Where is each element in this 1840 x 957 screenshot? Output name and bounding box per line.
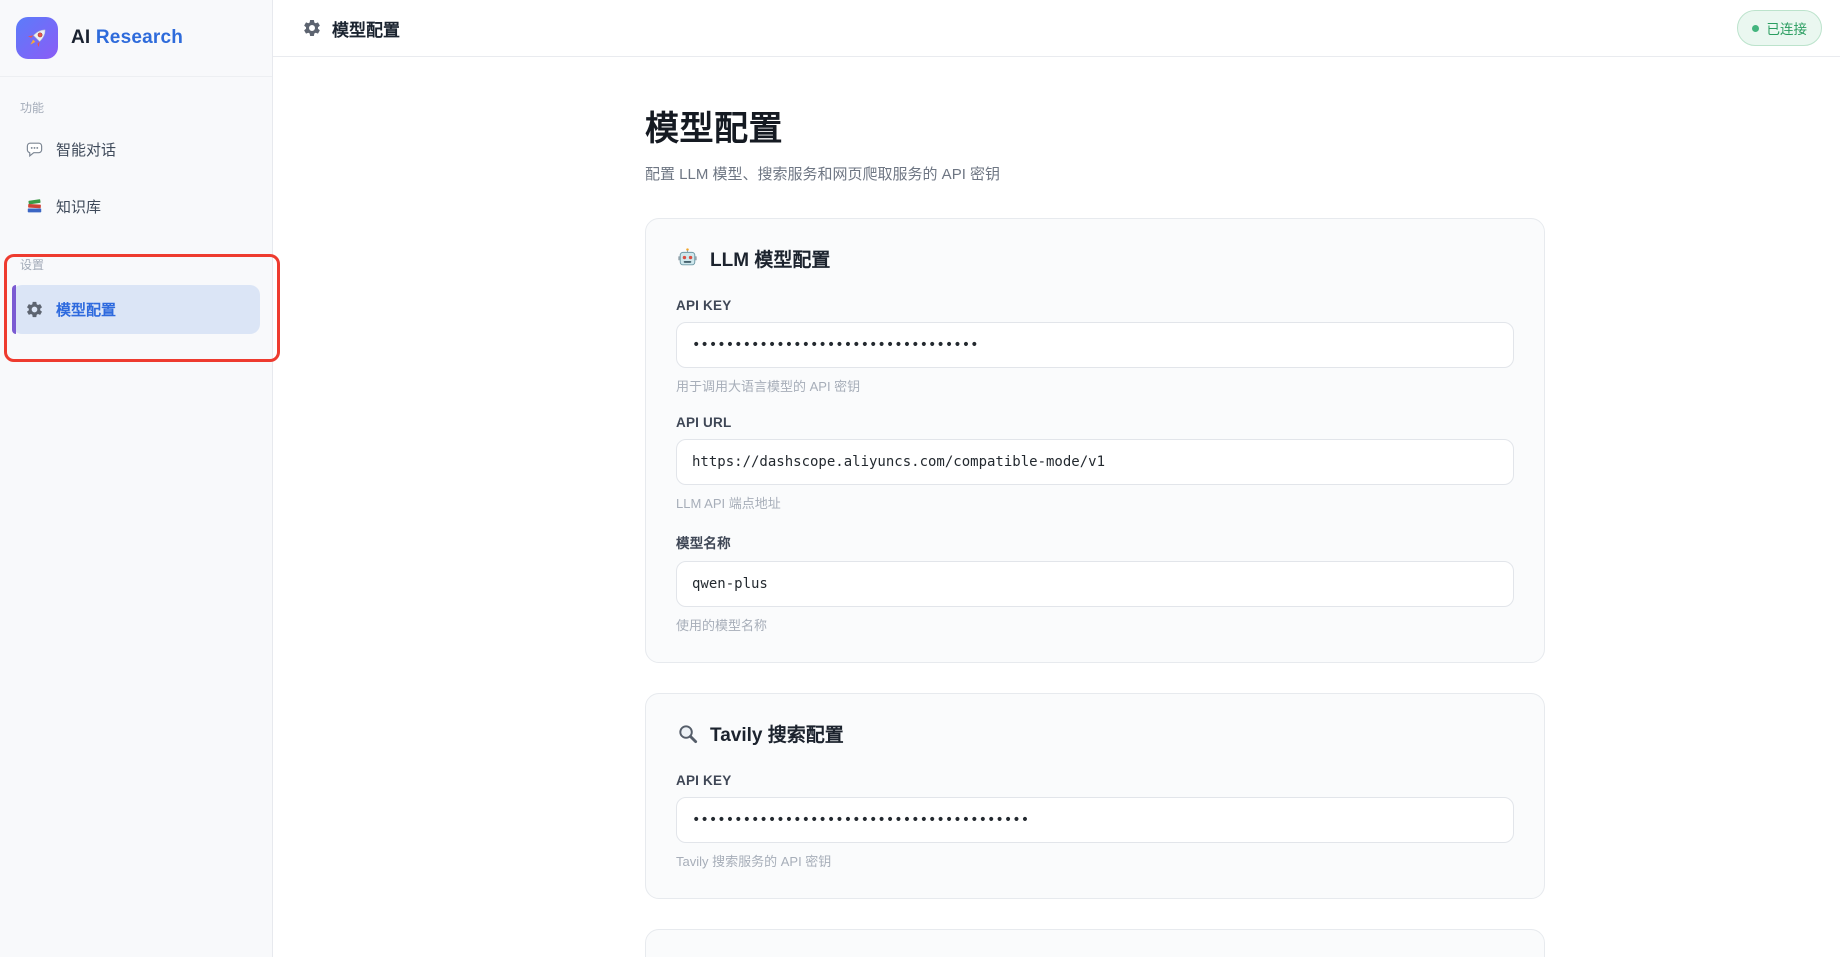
llm-api-key-input[interactable] — [676, 322, 1514, 368]
firecrawl-config-card: Firecrawl 爬取配置 — [645, 929, 1545, 957]
llm-model-name-label: 模型名称 — [676, 536, 731, 551]
active-indicator — [12, 285, 16, 334]
sidebar-section-features: 功能 智能对话 知识库 — [0, 77, 272, 228]
llm-card-title: LLM 模型配置 — [710, 250, 831, 271]
llm-api-key-field: API KEY 用于调用大语言模型的 API 密钥 — [676, 298, 1514, 395]
app-title: AI Research — [71, 27, 183, 49]
llm-api-url-label: API URL — [676, 415, 732, 430]
main-content: 模型配置 配置 LLM 模型、搜索服务和网页爬取服务的 API 密钥 LLM 模… — [273, 57, 1840, 957]
tavily-api-key-help: Tavily 搜索服务的 API 密钥 — [676, 854, 832, 869]
status-dot-icon — [1751, 24, 1759, 32]
section-label-settings: 设置 — [20, 258, 45, 272]
section-label-features: 功能 — [20, 101, 45, 115]
status-badge: 已连接 — [1736, 10, 1822, 46]
sidebar-item-knowledge[interactable]: 知识库 — [12, 185, 260, 228]
tavily-api-key-field: API KEY Tavily 搜索服务的 API 密钥 — [676, 773, 1514, 870]
llm-model-name-input[interactable] — [676, 561, 1514, 607]
rocket-logo-icon — [16, 17, 58, 59]
llm-model-name-help: 使用的模型名称 — [676, 618, 768, 633]
sidebar-item-chat-label: 智能对话 — [56, 142, 117, 159]
app-title-primary: AI — [71, 27, 91, 48]
app-root: AI Research 功能 智能对话 知识库 设置 模型配置 模型配置 已连接… — [0, 0, 1840, 957]
tavily-config-card: Tavily 搜索配置 API KEY Tavily 搜索服务的 API 密钥 — [645, 693, 1545, 899]
sidebar-item-model-config-label: 模型配置 — [56, 302, 117, 319]
chat-bubble-icon — [24, 140, 44, 160]
llm-api-url-input[interactable] — [676, 439, 1514, 485]
page-title: 模型配置 — [645, 110, 783, 148]
magnifier-icon — [676, 722, 699, 745]
robot-icon — [676, 247, 699, 270]
tavily-api-key-label: API KEY — [676, 773, 732, 788]
header-title: 模型配置 — [332, 20, 400, 40]
llm-api-url-field: API URL LLM API 端点地址 — [676, 415, 1514, 512]
llm-model-name-field: 模型名称 使用的模型名称 — [676, 532, 1514, 634]
page-header: 模型配置 已连接 — [273, 0, 1840, 57]
llm-api-url-help: LLM API 端点地址 — [676, 496, 781, 511]
main-area: 模型配置 已连接 模型配置 配置 LLM 模型、搜索服务和网页爬取服务的 API… — [273, 0, 1840, 957]
llm-api-key-label: API KEY — [676, 298, 732, 313]
llm-api-key-help: 用于调用大语言模型的 API 密钥 — [676, 379, 861, 394]
app-title-secondary: Research — [95, 27, 184, 48]
sidebar-brand[interactable]: AI Research — [0, 0, 272, 77]
books-icon — [24, 197, 44, 217]
tavily-card-title: Tavily 搜索配置 — [710, 725, 844, 746]
status-badge-label: 已连接 — [1766, 22, 1808, 37]
sidebar-section-settings: 设置 模型配置 — [0, 230, 272, 334]
llm-config-card: LLM 模型配置 API KEY 用于调用大语言模型的 API 密钥 API U… — [645, 218, 1545, 663]
gear-icon — [302, 18, 322, 38]
sidebar-item-chat[interactable]: 智能对话 — [12, 128, 260, 171]
tavily-api-key-input[interactable] — [676, 797, 1514, 843]
page-subtitle: 配置 LLM 模型、搜索服务和网页爬取服务的 API 密钥 — [645, 166, 1001, 183]
gear-icon — [24, 300, 44, 320]
sidebar: AI Research 功能 智能对话 知识库 设置 模型配置 — [0, 0, 273, 957]
sidebar-item-knowledge-label: 知识库 — [56, 199, 102, 216]
sidebar-item-model-config[interactable]: 模型配置 — [12, 285, 260, 334]
